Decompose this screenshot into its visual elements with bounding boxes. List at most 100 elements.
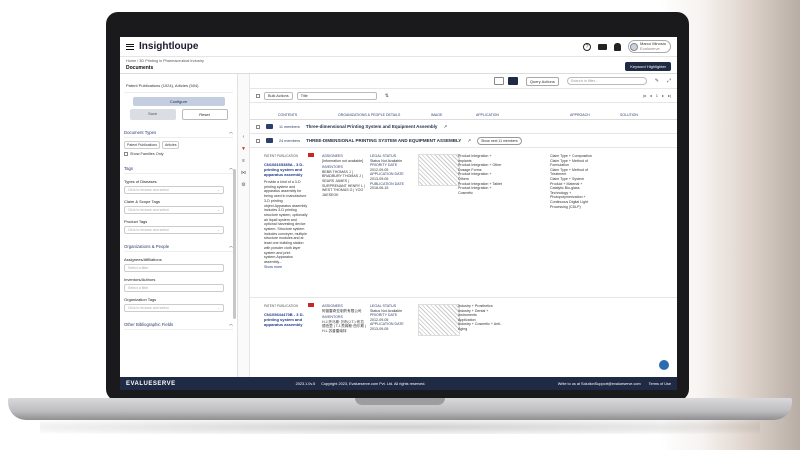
mail-icon[interactable] <box>597 43 607 50</box>
next-page-icon[interactable]: ▸ <box>662 93 664 98</box>
columns-icon[interactable]: ≡ <box>242 158 245 164</box>
user-menu[interactable]: Marco Minosio Evaluserve <box>627 40 671 53</box>
section-orgs-people[interactable]: Organizations & People ︿ <box>124 243 233 252</box>
show-families-checkbox[interactable]: Show Families Only <box>124 152 233 156</box>
chevron-down-icon: ⌄ <box>217 228 220 232</box>
pagination: |◂ ◂ 1 ▸ ▸| <box>643 93 671 98</box>
row-checkbox[interactable] <box>256 138 260 143</box>
avatar <box>629 42 638 51</box>
country-flag-icon <box>308 153 314 157</box>
last-page-icon[interactable]: ▸| <box>668 93 671 98</box>
group-members[interactable]: 24 members <box>279 139 300 143</box>
organizations-cell: ASSIGNEES [Information not available] IN… <box>322 154 365 197</box>
chip-patent-publications[interactable]: Patent Publications <box>124 141 160 149</box>
configure-button[interactable]: Configure <box>132 97 225 106</box>
inventors-select[interactable]: Select a filter <box>124 284 224 292</box>
table-row[interactable]: PATENT PUBLICATION CN108165385A - 3 D-pr… <box>250 148 677 298</box>
claim-scope-select[interactable]: Click to browse and select ⌄ <box>124 206 224 214</box>
col-details[interactable]: DETAILS <box>386 113 431 119</box>
filter-icon[interactable]: ▼ <box>241 146 246 152</box>
col-image[interactable]: IMAGE <box>431 113 476 119</box>
chevron-up-icon[interactable]: ︿ <box>229 321 233 327</box>
hamburger-menu-icon[interactable] <box>126 43 134 50</box>
show-next-members-button[interactable]: Show next 11 members <box>477 136 522 145</box>
chip-articles[interactable]: Articles <box>161 141 180 149</box>
terms-link[interactable]: Terms of Use <box>649 382 671 386</box>
settings-icon[interactable]: ⚙ <box>241 182 245 188</box>
collapse-icon[interactable]: ‹ <box>243 134 245 140</box>
publication-date-value: 2018-06-15 <box>370 186 389 191</box>
chat-icon[interactable] <box>659 360 669 370</box>
app-screen: Insightloupe ? Marco Minosio Evaluserve … <box>120 37 677 390</box>
group-title[interactable]: Three-dimensional Printing System and Eq… <box>306 124 438 129</box>
patent-drawing-thumbnail[interactable] <box>418 304 460 336</box>
group-members[interactable]: 11 members <box>279 125 300 129</box>
section-label: Organizations & People <box>124 243 170 249</box>
col-orgs[interactable]: ORGANIZATIONS & PEOPLE <box>338 113 386 119</box>
save-button[interactable]: Save <box>129 109 176 120</box>
external-link-icon[interactable]: ↗ <box>443 124 447 130</box>
section-other-fields[interactable]: Other Bibliographic Fields ︿ <box>124 321 233 330</box>
org-tags-label: Organization Tags <box>124 297 157 302</box>
show-more-link[interactable]: Show more <box>264 265 282 269</box>
first-page-icon[interactable]: |◂ <box>643 93 646 98</box>
sidebar-scrollbar[interactable] <box>233 169 236 319</box>
footer-support[interactable]: Write to us at SolutionSupport@evalueser… <box>558 382 641 386</box>
group-title[interactable]: THREE-DIMENSIONAL PRINTING SYSTEM AND EQ… <box>306 138 461 143</box>
sort-field-dropdown[interactable]: Title <box>296 91 377 100</box>
share-icon[interactable]: ⋈ <box>241 170 246 176</box>
expand-icon[interactable]: ⤢ <box>667 78 671 84</box>
icon-rail: ‹ ▼ ≡ ⋈ ⚙ <box>238 74 250 377</box>
documents-main: Query Actions Search in filter... ✎ ⤢ Bu… <box>250 74 677 377</box>
search-input[interactable]: Search in filter... <box>566 77 647 85</box>
group-row[interactable]: 24 members THREE-DIMENSIONAL PRINTING SY… <box>250 134 677 148</box>
query-actions-dropdown[interactable]: Query Actions <box>525 76 559 86</box>
folder-icon <box>266 124 273 129</box>
footer-copyright: Copyright 2023, Evalueserve.com Pvt. Ltd… <box>321 381 426 386</box>
types-of-diseases-select[interactable]: Click to browse and select ⌄ <box>124 186 224 194</box>
section-tags[interactable]: Tags ︿ <box>124 165 233 174</box>
col-solution[interactable]: SOLUTION <box>620 113 670 119</box>
product-tags-select[interactable]: Click to browse and select ⌄ <box>124 226 224 234</box>
breadcrumb[interactable]: Home / 3D Printing in Pharmaceutical Ind… <box>126 59 671 63</box>
select-all-checkbox[interactable] <box>256 93 260 98</box>
section-document-types[interactable]: Document Types ︿ <box>124 129 233 138</box>
application-cell: Product Integration + Implants Product I… <box>458 154 502 195</box>
record-title-link[interactable]: CN105644470B - 3 D-printing system and a… <box>264 312 304 327</box>
types-of-diseases-label: Types of Diseases <box>124 179 157 184</box>
reset-button[interactable]: Reset <box>181 109 228 120</box>
org-tags-select[interactable]: Click to browse and select ⌄ <box>124 304 224 312</box>
grid-view-button[interactable] <box>507 77 518 85</box>
prev-page-icon[interactable]: ◂ <box>650 93 652 98</box>
section-label: Document Types <box>124 129 157 135</box>
row-checkbox[interactable] <box>256 124 260 129</box>
bulk-actions-dropdown[interactable]: Bulk Actions <box>264 91 293 100</box>
help-icon[interactable]: ? <box>582 42 591 51</box>
folder-icon <box>266 138 273 143</box>
keyword-highlighter-button[interactable]: Keyword Highlighter <box>625 62 671 71</box>
assignees-select[interactable]: Select a filter <box>124 264 224 272</box>
external-link-icon[interactable]: ↗ <box>467 138 471 144</box>
page-number[interactable]: 1 <box>656 93 658 98</box>
notification-bell-icon[interactable] <box>613 42 621 51</box>
patent-drawing-thumbnail[interactable] <box>418 154 460 186</box>
footer-logo: EVALUESERVE <box>126 380 176 387</box>
record-title-link[interactable]: CN108165385A - 3 D-printing system and a… <box>264 162 304 177</box>
table-row[interactable]: PATENT PUBLICATION CN105644470B - 3 D-pr… <box>250 298 677 377</box>
list-view-button[interactable] <box>493 77 504 85</box>
group-row[interactable]: 11 members Three-dimensional Printing Sy… <box>250 120 677 134</box>
edit-icon[interactable]: ✎ <box>655 78 659 84</box>
sort-icon[interactable]: ⇅ <box>385 93 389 99</box>
assignees-label: Assignees/Affiliations <box>124 257 162 262</box>
col-application[interactable]: APPLICATION <box>476 113 570 119</box>
checkbox-box[interactable] <box>124 152 128 156</box>
details-cell: LEGAL STATUS Status Not Available PRIORI… <box>370 154 414 191</box>
col-approach[interactable]: APPROACH <box>570 113 620 119</box>
details-cell: LEGAL STATUS Status Not Available PRIORI… <box>370 304 414 332</box>
top-bar: Insightloupe ? Marco Minosio Evaluserve <box>120 37 677 57</box>
chevron-up-icon[interactable]: ︿ <box>229 129 233 135</box>
col-contents[interactable]: CONTENTS <box>278 113 338 119</box>
table-toolbar: Bulk Actions Title ⇅ |◂ ◂ 1 ▸ ▸| <box>250 89 677 102</box>
solution-cell: Claim Type + Composition Claim Type + Me… <box>550 154 592 209</box>
section-label: Other Bibliographic Fields <box>124 321 174 327</box>
